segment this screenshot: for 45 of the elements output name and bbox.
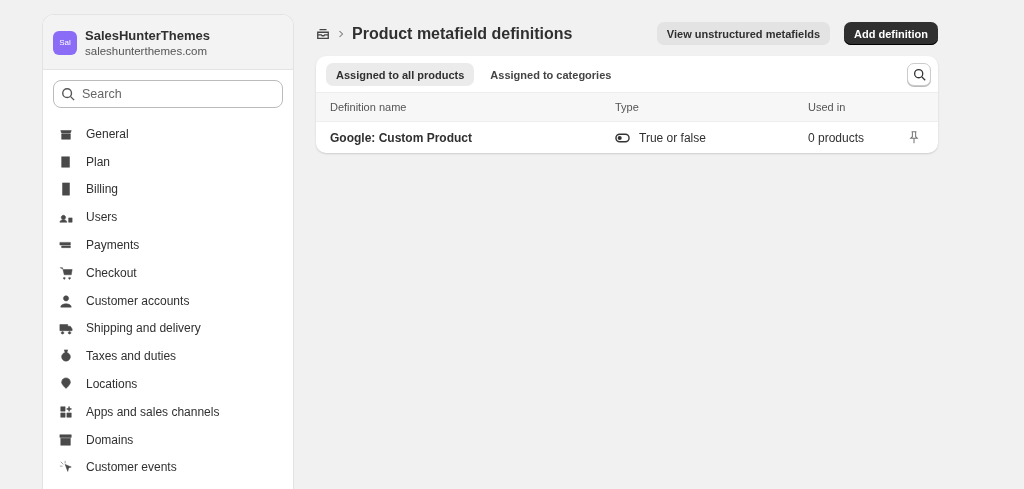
column-header: Definition name [330, 101, 408, 113]
toggle-icon [615, 132, 630, 143]
sidebar-item[interactable]: General [43, 120, 293, 148]
menu-item-icon [59, 432, 73, 447]
menu-item-icon [59, 377, 73, 392]
tray-icon[interactable] [316, 26, 330, 41]
menu-item-icon [59, 404, 73, 419]
sidebar-item[interactable]: Payments [43, 231, 293, 259]
column-header: Used in [808, 101, 847, 113]
sidebar-item[interactable]: Users [43, 203, 293, 232]
filter-tab[interactable]: Assigned to all products [326, 63, 475, 86]
menu-item-icon [59, 321, 73, 336]
store-domain: saleshunterthemes.com [85, 45, 209, 57]
sidebar-item[interactable]: Checkout [43, 259, 293, 287]
menu-item-icon [59, 349, 73, 364]
sidebar-item[interactable]: Plan [43, 147, 293, 176]
sidebar-item[interactable]: Customer accounts [43, 286, 293, 315]
search-button[interactable] [907, 63, 931, 86]
table-cell-text: 0 products [808, 130, 866, 145]
chevron-icon [338, 29, 344, 38]
table-cell-text: Google: Custom Product [330, 130, 473, 145]
sidebar-item[interactable]: Locations [43, 370, 293, 398]
sidebar-item[interactable]: Billing [43, 175, 293, 204]
search-icon [61, 87, 75, 101]
menu-item-icon [59, 154, 73, 169]
store-name: SalesHunterThemes [85, 28, 210, 43]
menu-item-icon [59, 293, 73, 308]
search-field[interactable]: Search [53, 80, 283, 108]
sidebar-item[interactable]: Shipping and delivery [43, 314, 293, 343]
filter-tab[interactable]: Assigned to categories [480, 63, 622, 86]
page-title: Product metafield definitions [352, 24, 573, 43]
search-icon [912, 68, 926, 81]
menu-item-icon [59, 265, 73, 280]
store-avatar: Sal [53, 30, 77, 55]
pin-icon[interactable] [909, 131, 919, 144]
add-definition-button[interactable]: Add definition [844, 22, 938, 45]
column-header: Type [615, 101, 640, 113]
sidebar-item[interactable]: Domains [43, 425, 293, 454]
view-metafields-button[interactable]: View unstructured metafields [656, 22, 831, 45]
sidebar-item[interactable]: Customer events [43, 453, 293, 482]
sidebar-item[interactable]: Taxes and duties [43, 342, 293, 371]
sidebar-item[interactable]: Apps and sales channels [43, 397, 293, 426]
table-cell: True or false [639, 130, 706, 145]
menu-item-icon [59, 182, 73, 197]
menu-item-icon [59, 460, 73, 475]
